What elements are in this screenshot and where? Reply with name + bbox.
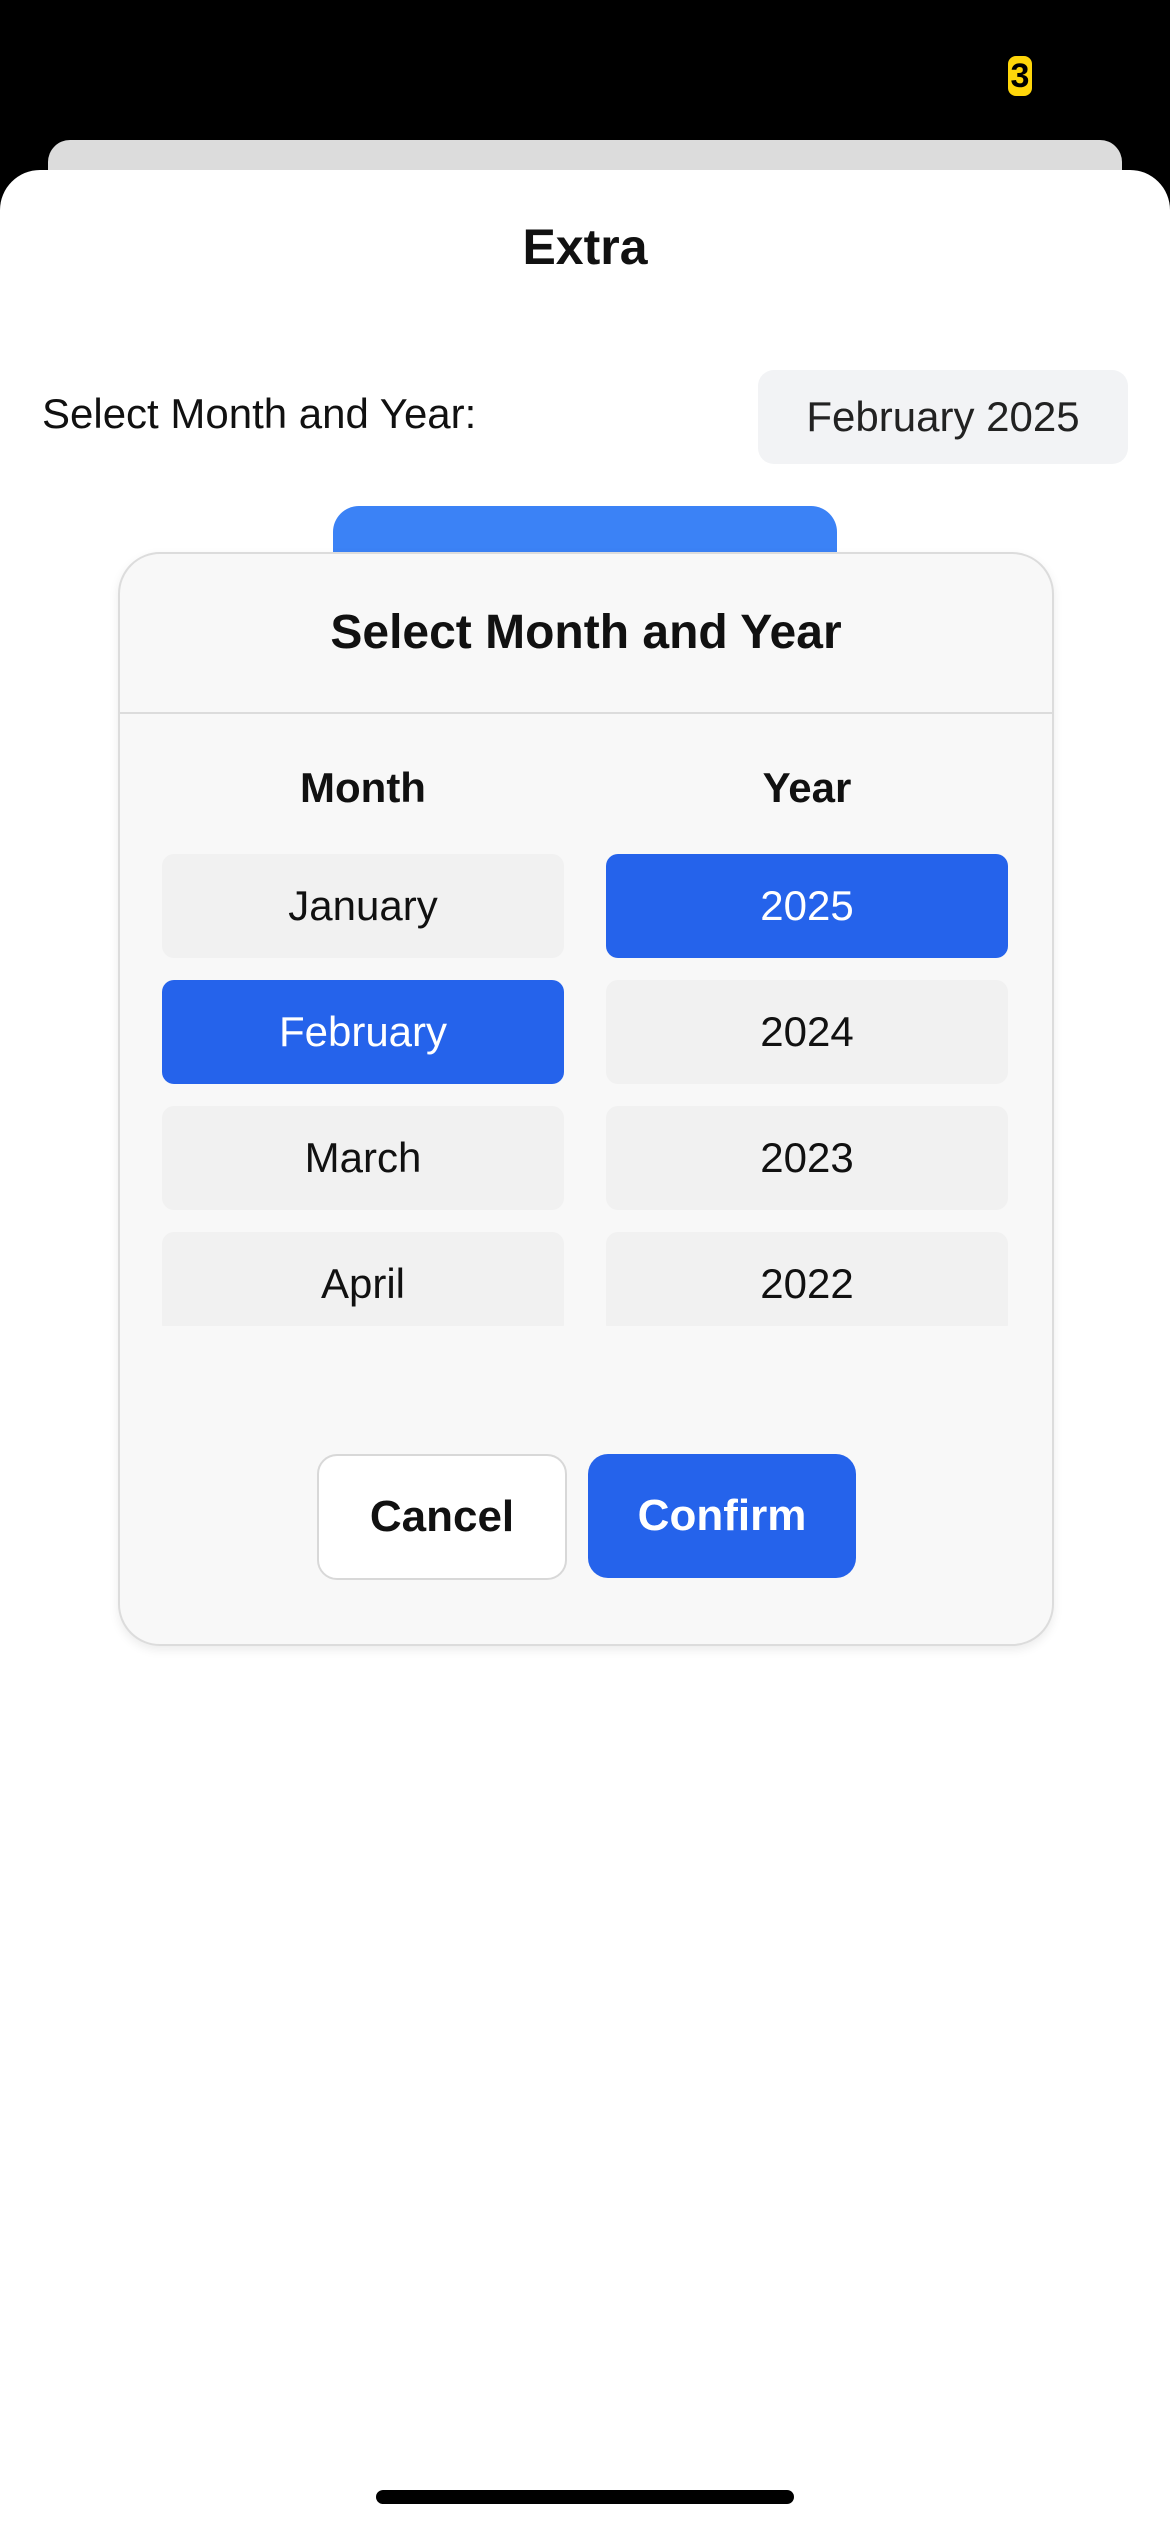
home-indicator[interactable] [376, 2490, 794, 2504]
sheet-title: Extra [522, 219, 648, 275]
year-picker-list[interactable]: 2025 2024 2023 2022 [606, 854, 1008, 1326]
month-picker-list[interactable]: January February March April [162, 854, 564, 1326]
year-option[interactable]: 2022 [606, 1232, 1008, 1326]
year-option-selected[interactable]: 2025 [606, 854, 1008, 958]
year-option[interactable]: 2023 [606, 1106, 1008, 1210]
year-option[interactable]: 2024 [606, 980, 1008, 1084]
month-option[interactable]: March [162, 1106, 564, 1210]
modal-title: Select Month and Year [120, 554, 1052, 714]
month-year-picker-modal: Select Month and Year Month Year January… [118, 552, 1054, 1646]
month-year-field[interactable]: February 2025 [758, 370, 1128, 464]
battery-icon: 3 [1008, 56, 1032, 96]
month-option[interactable]: January [162, 854, 564, 958]
confirm-button[interactable]: Confirm [588, 1454, 856, 1578]
select-month-year-label: Select Month and Year: [42, 390, 477, 437]
month-column-header: Month [300, 764, 426, 811]
year-column-header: Year [762, 764, 852, 811]
month-option[interactable]: April [162, 1232, 564, 1326]
cancel-button[interactable]: Cancel [317, 1454, 567, 1580]
status-bar: 3 [0, 0, 1170, 140]
month-option-selected[interactable]: February [162, 980, 564, 1084]
